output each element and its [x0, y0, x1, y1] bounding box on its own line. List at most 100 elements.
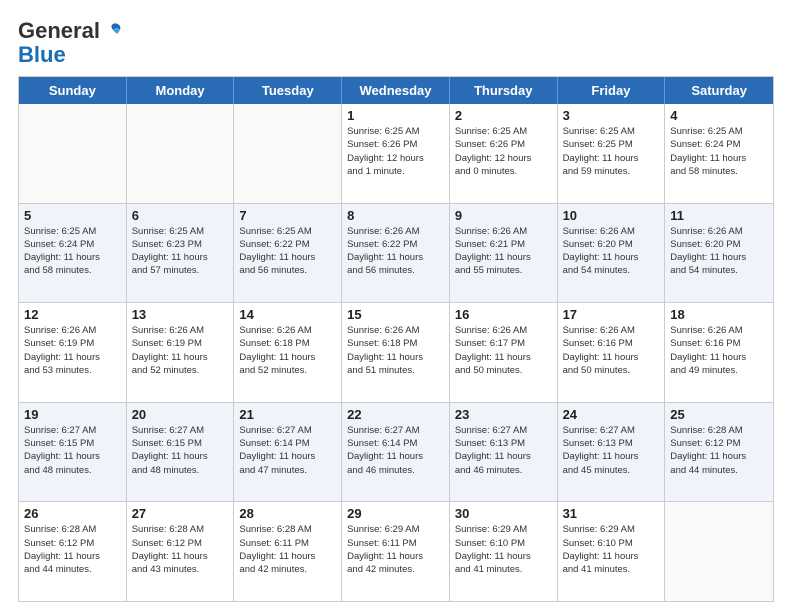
day-cell-5: 5 Sunrise: 6:25 AM Sunset: 6:24 PM Daylig… [19, 204, 127, 303]
day-info: Sunrise: 6:26 AM Sunset: 6:20 PM Dayligh… [563, 225, 660, 278]
week-row-4: 26 Sunrise: 6:28 AM Sunset: 6:12 PM Dayli… [19, 501, 773, 601]
day-number: 4 [670, 108, 768, 123]
day-cell-20: 20 Sunrise: 6:27 AM Sunset: 6:15 PM Dayli… [127, 403, 235, 502]
day-info: Sunrise: 6:26 AM Sunset: 6:17 PM Dayligh… [455, 324, 552, 377]
day-number: 3 [563, 108, 660, 123]
day-info: Sunrise: 6:25 AM Sunset: 6:22 PM Dayligh… [239, 225, 336, 278]
day-cell-8: 8 Sunrise: 6:26 AM Sunset: 6:22 PM Daylig… [342, 204, 450, 303]
day-cell-26: 26 Sunrise: 6:28 AM Sunset: 6:12 PM Dayli… [19, 502, 127, 601]
day-info: Sunrise: 6:29 AM Sunset: 6:10 PM Dayligh… [455, 523, 552, 576]
day-cell-1: 1 Sunrise: 6:25 AM Sunset: 6:26 PM Daylig… [342, 104, 450, 203]
day-number: 22 [347, 407, 444, 422]
empty-cell-0-2 [234, 104, 342, 203]
day-info: Sunrise: 6:25 AM Sunset: 6:24 PM Dayligh… [24, 225, 121, 278]
day-cell-4: 4 Sunrise: 6:25 AM Sunset: 6:24 PM Daylig… [665, 104, 773, 203]
day-info: Sunrise: 6:27 AM Sunset: 6:14 PM Dayligh… [347, 424, 444, 477]
week-row-0: 1 Sunrise: 6:25 AM Sunset: 6:26 PM Daylig… [19, 104, 773, 203]
day-number: 18 [670, 307, 768, 322]
day-cell-25: 25 Sunrise: 6:28 AM Sunset: 6:12 PM Dayli… [665, 403, 773, 502]
day-number: 27 [132, 506, 229, 521]
empty-cell-0-1 [127, 104, 235, 203]
day-header-thursday: Thursday [450, 77, 558, 104]
day-number: 11 [670, 208, 768, 223]
day-info: Sunrise: 6:27 AM Sunset: 6:15 PM Dayligh… [24, 424, 121, 477]
calendar-body: 1 Sunrise: 6:25 AM Sunset: 6:26 PM Daylig… [19, 104, 773, 601]
day-number: 13 [132, 307, 229, 322]
day-info: Sunrise: 6:25 AM Sunset: 6:25 PM Dayligh… [563, 125, 660, 178]
day-cell-7: 7 Sunrise: 6:25 AM Sunset: 6:22 PM Daylig… [234, 204, 342, 303]
day-cell-24: 24Sunrise: 6:27 AM Sunset: 6:13 PM Dayli… [558, 403, 666, 502]
day-info: Sunrise: 6:26 AM Sunset: 6:22 PM Dayligh… [347, 225, 444, 278]
day-cell-10: 10 Sunrise: 6:26 AM Sunset: 6:20 PM Dayli… [558, 204, 666, 303]
day-info: Sunrise: 6:25 AM Sunset: 6:24 PM Dayligh… [670, 125, 768, 178]
day-header-friday: Friday [558, 77, 666, 104]
day-number: 19 [24, 407, 121, 422]
day-cell-19: 19 Sunrise: 6:27 AM Sunset: 6:15 PM Dayli… [19, 403, 127, 502]
day-cell-15: 15 Sunrise: 6:26 AM Sunset: 6:18 PM Dayli… [342, 303, 450, 402]
logo-bird-icon [102, 20, 124, 42]
calendar: SundayMondayTuesdayWednesdayThursdayFrid… [18, 76, 774, 602]
day-number: 23 [455, 407, 552, 422]
day-number: 1 [347, 108, 444, 123]
day-cell-27: 27 Sunrise: 6:28 AM Sunset: 6:12 PM Dayli… [127, 502, 235, 601]
day-number: 5 [24, 208, 121, 223]
page: General Blue SundayMondayTuesdayWednesda… [0, 0, 792, 612]
day-info: Sunrise: 6:26 AM Sunset: 6:19 PM Dayligh… [132, 324, 229, 377]
day-number: 7 [239, 208, 336, 223]
day-number: 20 [132, 407, 229, 422]
day-header-sunday: Sunday [19, 77, 127, 104]
day-cell-17: 17 Sunrise: 6:26 AM Sunset: 6:16 PM Dayli… [558, 303, 666, 402]
day-number: 12 [24, 307, 121, 322]
logo-blue-text: Blue [18, 44, 66, 66]
day-number: 15 [347, 307, 444, 322]
logo: General Blue [18, 18, 124, 66]
day-number: 6 [132, 208, 229, 223]
day-info: Sunrise: 6:26 AM Sunset: 6:16 PM Dayligh… [563, 324, 660, 377]
day-info: Sunrise: 6:28 AM Sunset: 6:12 PM Dayligh… [132, 523, 229, 576]
day-number: 16 [455, 307, 552, 322]
day-cell-12: 12Sunrise: 6:26 AM Sunset: 6:19 PM Dayli… [19, 303, 127, 402]
day-number: 8 [347, 208, 444, 223]
day-cell-14: 14Sunrise: 6:26 AM Sunset: 6:18 PM Dayli… [234, 303, 342, 402]
day-info: Sunrise: 6:26 AM Sunset: 6:18 PM Dayligh… [347, 324, 444, 377]
day-cell-18: 18 Sunrise: 6:26 AM Sunset: 6:16 PM Dayli… [665, 303, 773, 402]
day-number: 25 [670, 407, 768, 422]
week-row-3: 19 Sunrise: 6:27 AM Sunset: 6:15 PM Dayli… [19, 402, 773, 502]
day-info: Sunrise: 6:25 AM Sunset: 6:26 PM Dayligh… [455, 125, 552, 178]
day-cell-31: 31 Sunrise: 6:29 AM Sunset: 6:10 PM Dayli… [558, 502, 666, 601]
day-number: 17 [563, 307, 660, 322]
day-info: Sunrise: 6:27 AM Sunset: 6:14 PM Dayligh… [239, 424, 336, 477]
day-number: 9 [455, 208, 552, 223]
day-number: 30 [455, 506, 552, 521]
day-info: Sunrise: 6:26 AM Sunset: 6:20 PM Dayligh… [670, 225, 768, 278]
calendar-header: SundayMondayTuesdayWednesdayThursdayFrid… [19, 77, 773, 104]
day-cell-9: 9 Sunrise: 6:26 AM Sunset: 6:21 PM Daylig… [450, 204, 558, 303]
day-cell-22: 22 Sunrise: 6:27 AM Sunset: 6:14 PM Dayli… [342, 403, 450, 502]
day-number: 29 [347, 506, 444, 521]
day-cell-6: 6Sunrise: 6:25 AM Sunset: 6:23 PM Daylig… [127, 204, 235, 303]
day-info: Sunrise: 6:26 AM Sunset: 6:16 PM Dayligh… [670, 324, 768, 377]
week-row-2: 12 Sunrise: 6:26 AM Sunset: 6:19 PM Dayli… [19, 302, 773, 402]
day-info: Sunrise: 6:26 AM Sunset: 6:21 PM Dayligh… [455, 225, 552, 278]
day-number: 28 [239, 506, 336, 521]
day-info: Sunrise: 6:29 AM Sunset: 6:10 PM Dayligh… [563, 523, 660, 576]
day-info: Sunrise: 6:28 AM Sunset: 6:12 PM Dayligh… [670, 424, 768, 477]
day-info: Sunrise: 6:25 AM Sunset: 6:26 PM Dayligh… [347, 125, 444, 178]
day-cell-3: 3 Sunrise: 6:25 AM Sunset: 6:25 PM Daylig… [558, 104, 666, 203]
day-header-monday: Monday [127, 77, 235, 104]
day-header-saturday: Saturday [665, 77, 773, 104]
day-cell-2: 2Sunrise: 6:25 AM Sunset: 6:26 PM Daylig… [450, 104, 558, 203]
day-cell-16: 16 Sunrise: 6:26 AM Sunset: 6:17 PM Dayli… [450, 303, 558, 402]
day-header-tuesday: Tuesday [234, 77, 342, 104]
day-info: Sunrise: 6:29 AM Sunset: 6:11 PM Dayligh… [347, 523, 444, 576]
day-info: Sunrise: 6:28 AM Sunset: 6:12 PM Dayligh… [24, 523, 121, 576]
day-header-wednesday: Wednesday [342, 77, 450, 104]
header: General Blue [18, 18, 774, 66]
day-number: 10 [563, 208, 660, 223]
empty-cell-0-0 [19, 104, 127, 203]
day-number: 26 [24, 506, 121, 521]
day-info: Sunrise: 6:27 AM Sunset: 6:15 PM Dayligh… [132, 424, 229, 477]
day-number: 31 [563, 506, 660, 521]
day-info: Sunrise: 6:26 AM Sunset: 6:18 PM Dayligh… [239, 324, 336, 377]
day-cell-30: 30 Sunrise: 6:29 AM Sunset: 6:10 PM Dayli… [450, 502, 558, 601]
